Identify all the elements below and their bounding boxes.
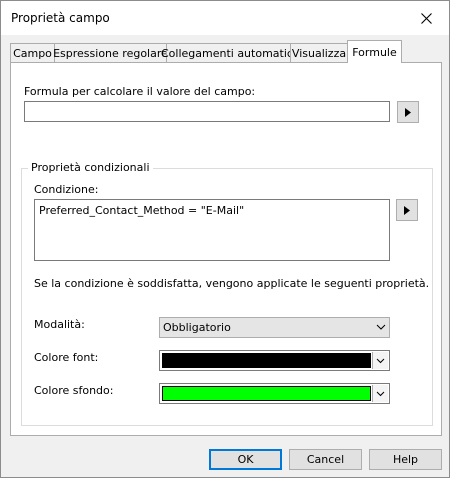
bg-color-label: Colore sfondo:	[34, 384, 114, 397]
tab-collegamenti-automatici[interactable]: Collegamenti automatici	[161, 43, 296, 62]
mode-value: Obbligatorio	[163, 321, 231, 334]
ok-button[interactable]: OK	[209, 449, 282, 470]
chevron-down-icon	[376, 358, 385, 364]
condition-label: Condizione:	[34, 183, 99, 196]
window-title: Proprietà campo	[11, 11, 110, 25]
help-button[interactable]: Help	[369, 449, 442, 470]
tab-campo[interactable]: Campo	[10, 43, 55, 62]
formule-panel: Formula per calcolare il valore del camp…	[10, 62, 442, 436]
formula-label: Formula per calcolare il valore del camp…	[24, 85, 256, 98]
play-arrow-icon	[404, 205, 410, 215]
group-title: Proprietà condizionali	[28, 161, 153, 174]
condition-text: Preferred_Contact_Method = "E-Mail"	[39, 204, 245, 217]
close-icon	[420, 12, 432, 24]
mode-select[interactable]: Obbligatorio	[159, 317, 390, 338]
bg-color-dropdown-button[interactable]	[372, 385, 388, 402]
formula-builder-button[interactable]	[397, 101, 419, 123]
tab-visualizza[interactable]: Visualizza	[290, 43, 348, 62]
tab-espressione-regolare[interactable]: Espressione regolare	[53, 43, 168, 62]
conditional-properties-group: Proprietà condizionali Condizione: Prefe…	[21, 161, 433, 426]
condition-input[interactable]: Preferred_Contact_Method = "E-Mail"	[34, 199, 390, 261]
properties-dialog: Proprietà campo Campo Espressione regola…	[0, 0, 450, 478]
formula-input[interactable]	[24, 101, 390, 122]
cancel-button[interactable]: Cancel	[289, 449, 362, 470]
play-arrow-icon	[405, 107, 411, 117]
font-color-swatch	[162, 353, 371, 368]
font-color-label: Colore font:	[34, 351, 99, 364]
chevron-down-icon	[376, 391, 385, 397]
condition-builder-button[interactable]	[396, 199, 418, 221]
close-button[interactable]	[403, 1, 449, 35]
chevron-down-icon	[376, 324, 386, 330]
mode-label: Modalità:	[34, 318, 85, 331]
font-color-select[interactable]	[159, 350, 390, 371]
title-bar: Proprietà campo	[1, 1, 449, 35]
bg-color-swatch	[162, 386, 371, 401]
condition-info-text: Se la condizione è soddisfatta, vengono …	[34, 277, 430, 290]
font-color-dropdown-button[interactable]	[372, 352, 388, 369]
tab-formule[interactable]: Formule	[347, 40, 402, 63]
bg-color-select[interactable]	[159, 383, 390, 404]
